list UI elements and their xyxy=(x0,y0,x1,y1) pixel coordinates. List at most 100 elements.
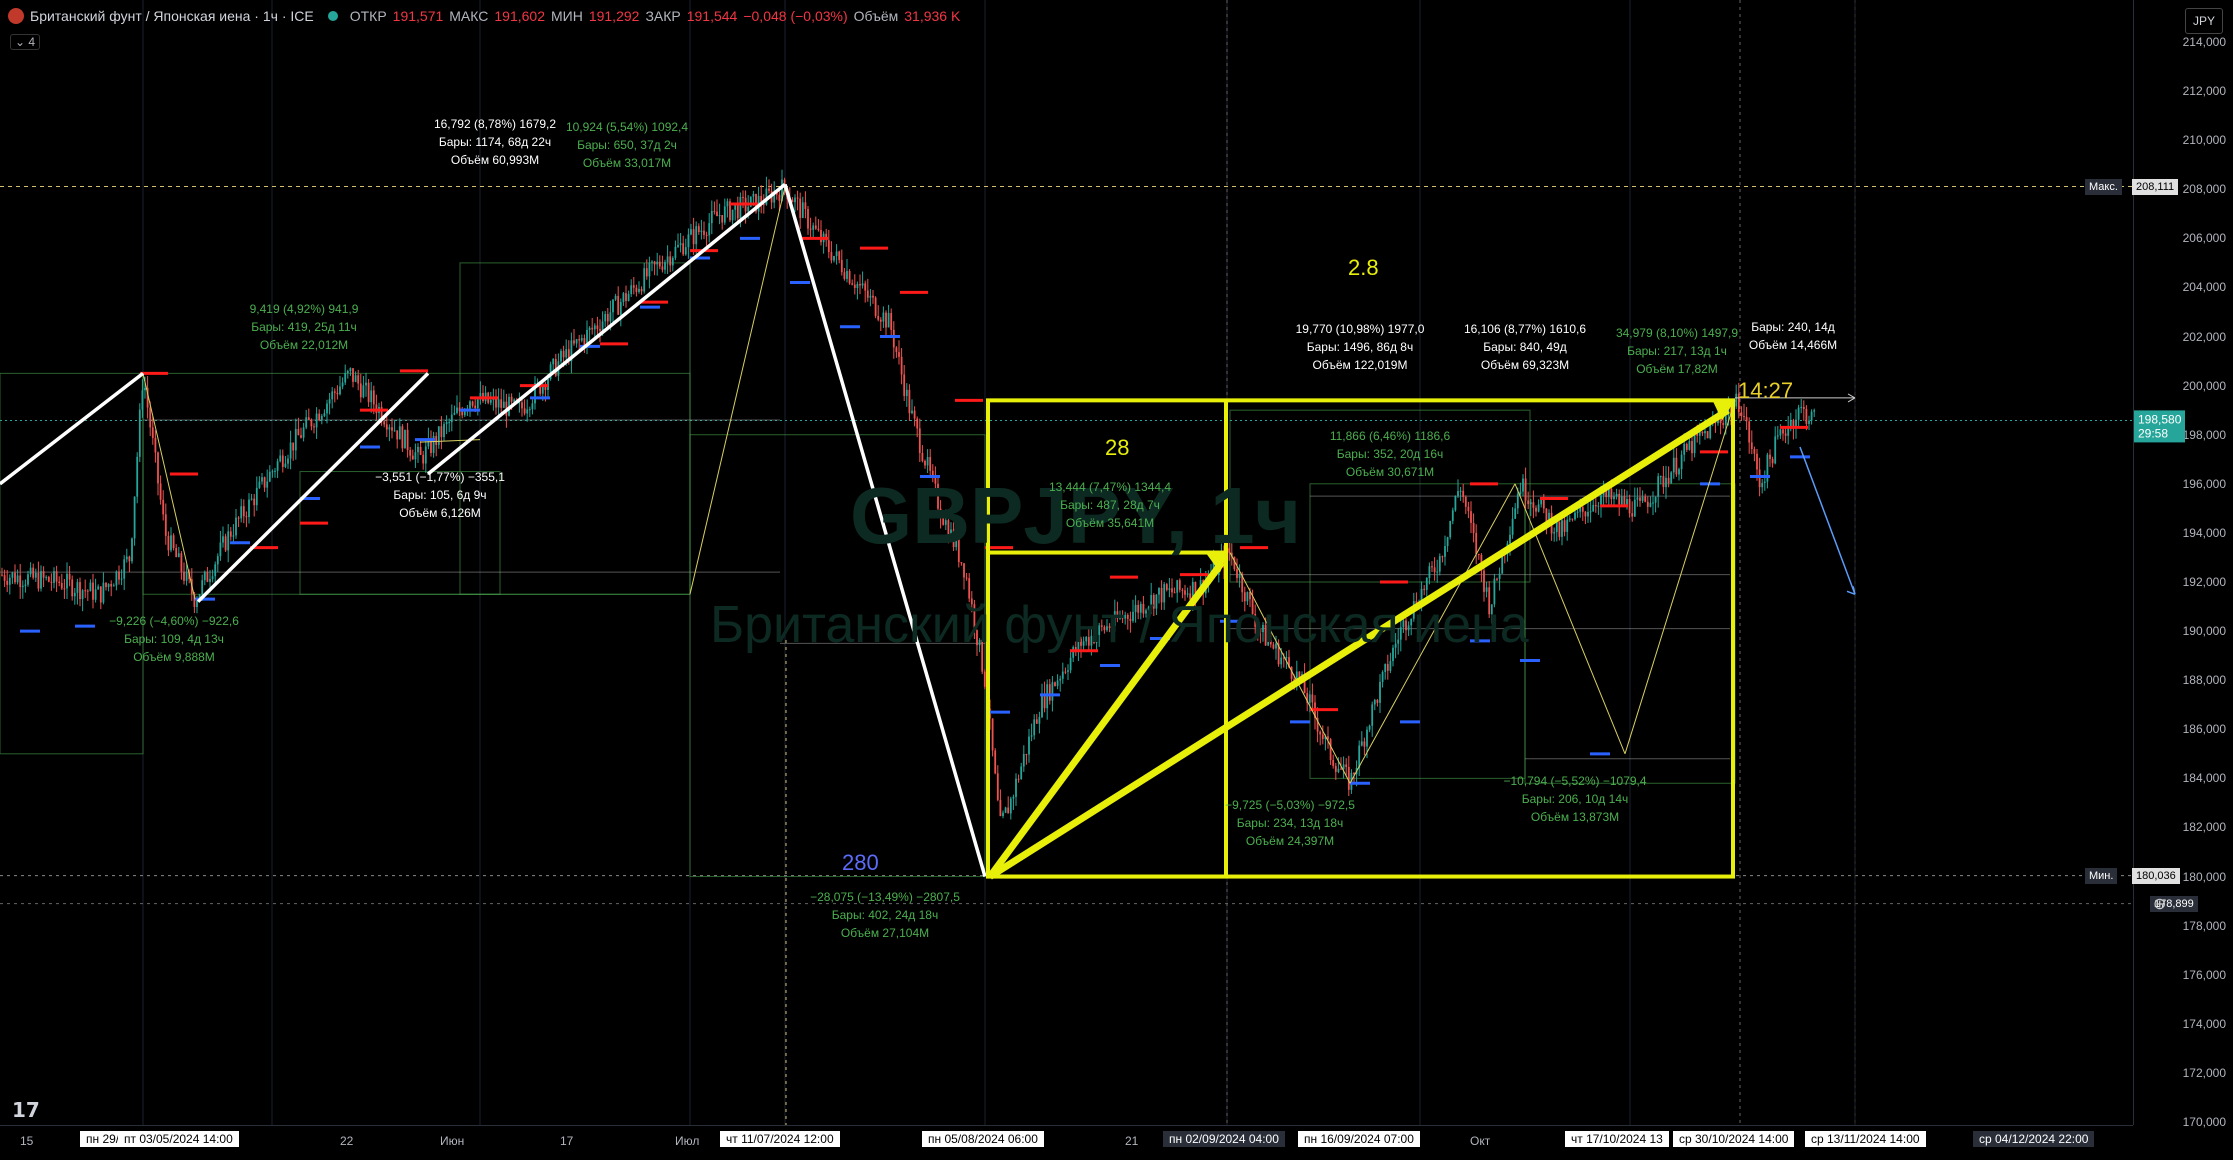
candle-body xyxy=(443,424,445,438)
candle-body xyxy=(838,251,841,260)
candle-body xyxy=(27,574,29,585)
candle-body xyxy=(903,374,906,396)
candle-body xyxy=(679,243,682,246)
measurement-line: Бары: 1496, 86д 8ч xyxy=(1306,340,1414,354)
candle-body xyxy=(1184,590,1186,595)
candle-body xyxy=(856,283,859,288)
candle-body xyxy=(1347,766,1350,790)
candle-body xyxy=(1464,496,1467,507)
candle-body xyxy=(339,386,341,395)
candle-body xyxy=(435,436,438,445)
candle-body xyxy=(302,427,305,438)
measurement-label: 13,444 (7,47%) 1344,4 Бары: 487, 28д 7ч Об… xyxy=(1049,478,1171,532)
candle-body xyxy=(177,553,180,558)
symbol-title[interactable]: Британский фунт / Японская иена · 1ч · I… xyxy=(30,8,314,24)
candle-body xyxy=(898,352,900,357)
candle-body xyxy=(50,581,53,583)
candle-body xyxy=(86,590,89,592)
candle-body xyxy=(42,571,45,578)
candle-body xyxy=(830,252,833,261)
candle-body xyxy=(154,438,157,453)
candle-body xyxy=(128,556,131,562)
add-alert-icon[interactable]: ⊕ xyxy=(2153,894,2166,914)
candle-body xyxy=(284,463,287,467)
candle-body xyxy=(840,259,843,273)
candle-body xyxy=(747,206,750,212)
candle-body xyxy=(1566,519,1569,532)
candle-body xyxy=(68,573,71,580)
candle-body xyxy=(1667,477,1670,484)
candle-body xyxy=(1701,431,1704,434)
candle-body xyxy=(596,325,599,329)
candle-body xyxy=(1561,520,1563,537)
zigzag-line xyxy=(142,373,196,600)
candle-body xyxy=(562,350,565,358)
candle-body xyxy=(1675,457,1678,475)
candle-body xyxy=(89,582,92,592)
price-tick-label: 208,000 xyxy=(2182,182,2226,197)
measurement-line: Бары: 240, 14д xyxy=(1751,320,1835,334)
candle-body xyxy=(1813,410,1816,412)
candle-body xyxy=(497,399,500,408)
low-label: МИН xyxy=(550,8,583,24)
price-axis[interactable]: 214,000 212,000 210,000 208,000 206,000 204,0… xyxy=(2133,0,2233,1129)
candle-body xyxy=(1022,754,1025,767)
chart-root[interactable]: GBPJPY, 1ч Британский фунт / Японская ие… xyxy=(0,0,2233,1159)
candle-body xyxy=(1285,657,1288,659)
candle-body xyxy=(1722,423,1725,425)
watermark-name: Британский фунт / Японская иена xyxy=(710,596,1529,654)
candle-body xyxy=(81,590,84,600)
candle-body xyxy=(261,477,263,482)
candle-body xyxy=(401,426,404,449)
trend-line xyxy=(426,183,787,476)
candle-body xyxy=(531,403,534,410)
candle-body xyxy=(1441,556,1444,558)
candle-body xyxy=(606,314,609,322)
candle-body xyxy=(1496,578,1498,580)
price-tick-label: 180,000 xyxy=(2182,869,2226,884)
currency-button[interactable]: JPY xyxy=(2185,8,2223,34)
candle-body xyxy=(1373,699,1376,705)
candle-body xyxy=(354,375,357,382)
measurement-label: −9,226 (−4,60%) −922,6 Бары: 109, 4д 13ч О… xyxy=(109,612,239,666)
candle-body xyxy=(1568,518,1571,520)
candle-body xyxy=(1451,510,1454,521)
candle-body xyxy=(1181,589,1184,591)
indicators-toggle[interactable]: ⌄ 4 xyxy=(10,34,41,50)
tradingview-logo[interactable]: 17 xyxy=(12,1098,40,1122)
candle-body xyxy=(1644,496,1647,502)
candle-body xyxy=(926,457,929,466)
candle-body xyxy=(276,461,279,471)
candle-body xyxy=(500,399,503,408)
candle-body xyxy=(820,229,822,243)
candle-body xyxy=(1009,798,1012,814)
candle-body xyxy=(157,452,159,484)
candle-body xyxy=(318,413,321,421)
candle-body xyxy=(666,256,669,263)
candle-body xyxy=(141,390,144,410)
measurement-box xyxy=(459,262,691,595)
price-chart-plot[interactable] xyxy=(0,0,2133,1125)
candle-body xyxy=(258,481,261,488)
candle-body xyxy=(1368,725,1371,730)
candle-body xyxy=(560,350,562,362)
candle-body xyxy=(794,197,796,203)
time-axis[interactable]: 15 22 Июн 17 Июл 21 Окт пн 29/04 пт 03/05/2024 1… xyxy=(0,1125,2133,1160)
candle-body xyxy=(632,285,635,288)
candle-body xyxy=(346,371,349,374)
candle-body xyxy=(406,429,409,451)
candle-body xyxy=(752,193,755,197)
candle-body xyxy=(92,582,94,600)
candle-body xyxy=(697,226,700,233)
candle-body xyxy=(125,556,128,560)
candle-body xyxy=(612,299,614,313)
candle-body xyxy=(1340,768,1342,770)
market-status-icon[interactable] xyxy=(327,11,338,21)
time-marker-box: пт 03/05/2024 14:00 xyxy=(118,1131,239,1147)
candle-body xyxy=(1649,502,1652,507)
measurement-line: Объём 6,126M xyxy=(399,506,481,520)
candle-body xyxy=(1165,584,1168,590)
candle-body xyxy=(716,211,718,217)
candle-body xyxy=(1308,694,1311,703)
open-value: 191,571 xyxy=(392,8,444,24)
